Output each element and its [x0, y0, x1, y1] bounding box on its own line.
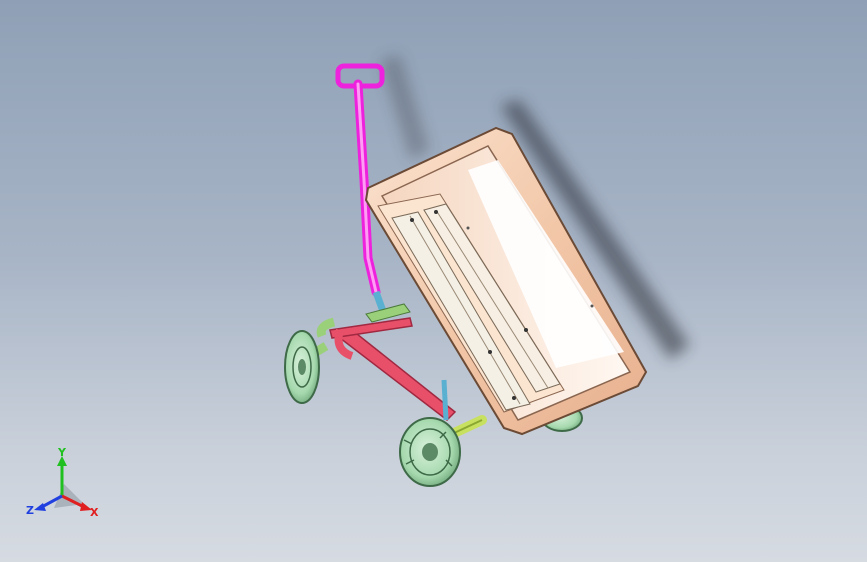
coordinate-triad: Y X Z — [26, 448, 99, 519]
front-left-wheel — [399, 417, 461, 487]
wagon-3d-model[interactable] — [0, 0, 867, 562]
x-axis-label: X — [90, 506, 99, 519]
rear-left-wheel — [284, 330, 320, 404]
graphics-viewport[interactable]: Y X Z — [0, 0, 867, 562]
y-axis-label: Y — [57, 448, 67, 459]
z-axis-label: Z — [26, 504, 34, 517]
